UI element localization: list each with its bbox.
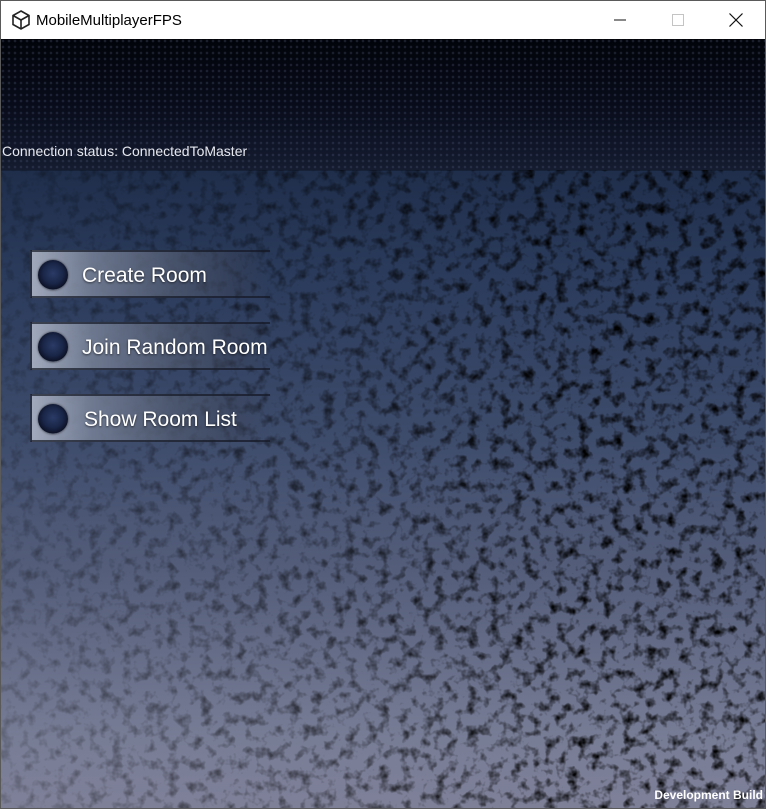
unity-icon: [12, 10, 30, 30]
join-random-room-label: Join Random Room: [82, 336, 268, 359]
button-knob-icon: [38, 404, 68, 434]
create-room-button[interactable]: Create Room: [30, 250, 270, 298]
maximize-icon: [672, 14, 684, 26]
join-random-room-button[interactable]: Join Random Room: [30, 322, 270, 370]
create-room-label: Create Room: [82, 264, 207, 287]
title-bar[interactable]: MobileMultiplayerFPS: [1, 1, 765, 39]
button-knob-icon: [38, 260, 68, 290]
close-icon: [729, 13, 743, 27]
minimize-icon: [614, 19, 626, 21]
maximize-button[interactable]: [655, 1, 701, 39]
app-window: MobileMultiplayerFPS Connection status: …: [0, 0, 766, 809]
window-title: MobileMultiplayerFPS: [36, 12, 182, 29]
connection-status: Connection status: ConnectedToMaster: [2, 143, 248, 159]
show-room-list-label: Show Room List: [84, 408, 237, 431]
development-build-label: Development Build: [654, 788, 763, 802]
show-room-list-button[interactable]: Show Room List: [30, 394, 270, 442]
game-viewport: Connection status: ConnectedToMaster Cre…: [1, 39, 765, 808]
close-button[interactable]: [713, 1, 759, 39]
button-knob-icon: [38, 332, 68, 362]
minimize-button[interactable]: [597, 1, 643, 39]
